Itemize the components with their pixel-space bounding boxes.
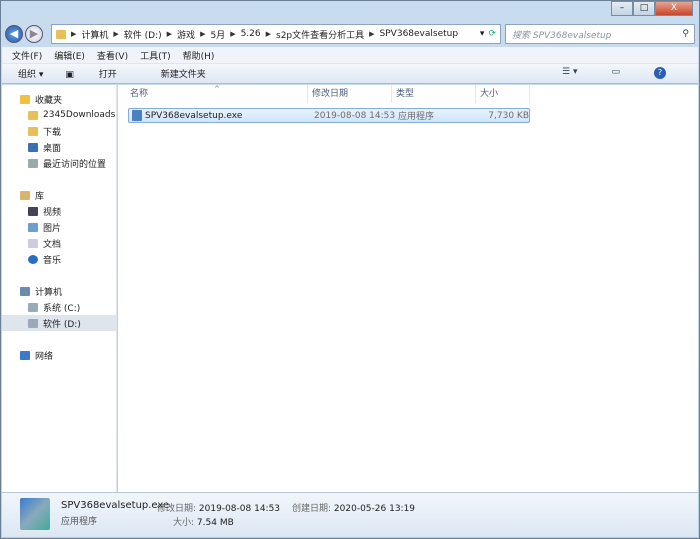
sidebar-label: 网络 bbox=[35, 351, 54, 362]
sidebar-item-drive-c[interactable]: 系统 (C:) bbox=[2, 299, 116, 315]
search-input[interactable]: 搜索 SPV368evalsetup ⚲ bbox=[505, 24, 695, 44]
computer-icon bbox=[20, 286, 30, 296]
explorer-window: – □ X ◀ ▶ ▶ 计算机 ▶ 软件 (D:) ▶ 游戏 ▶ 5月 ▶ 5.26 ▶ s… bbox=[0, 0, 700, 539]
sidebar-label: 图片 bbox=[43, 223, 62, 234]
table-row[interactable]: SPV368evalsetup.exe 2019-08-08 14:53 应用程… bbox=[128, 108, 530, 123]
file-size: 7,730 KB bbox=[488, 110, 529, 121]
open-icon: ▣ bbox=[65, 70, 77, 80]
breadcrumb[interactable]: 计算机 bbox=[81, 28, 108, 41]
sidebar-item-videos[interactable]: 视频 bbox=[2, 203, 116, 219]
sidebar-item-music[interactable]: 音乐 bbox=[2, 251, 116, 267]
installer-icon bbox=[132, 110, 142, 121]
sidebar-item-downloads[interactable]: 下载 bbox=[2, 123, 116, 139]
size-label: 大小: bbox=[173, 518, 195, 528]
video-icon bbox=[28, 206, 38, 216]
sidebar-item-drive-d[interactable]: 软件 (D:) bbox=[2, 315, 116, 331]
navigation-pane: 收藏夹 2345Downloads 下载 桌面 最近访问的位置 库 视频 图片 … bbox=[2, 85, 117, 492]
file-list: ^ 名称 修改日期 类型 大小 SPV368evalsetup.exe 2019… bbox=[118, 85, 698, 492]
music-icon bbox=[28, 254, 38, 264]
installer-large-icon bbox=[20, 498, 50, 530]
sidebar-label: 2345Downloads bbox=[43, 110, 116, 120]
sidebar-label: 系统 (C:) bbox=[43, 303, 81, 314]
breadcrumb[interactable]: SPV368evalsetup bbox=[380, 29, 459, 39]
refresh-icon[interactable]: ⟳ bbox=[488, 29, 496, 39]
column-header-type[interactable]: 类型 bbox=[392, 85, 476, 103]
menu-tools[interactable]: 工具(T) bbox=[140, 49, 171, 62]
folder-icon bbox=[56, 29, 66, 39]
breadcrumb[interactable]: 5月 bbox=[210, 28, 225, 41]
open-button[interactable]: ▣ 打开 bbox=[65, 67, 138, 80]
drive-icon bbox=[28, 318, 38, 328]
modified-value: 2019-08-08 14:53 bbox=[198, 504, 281, 514]
search-placeholder: 搜索 SPV368evalsetup bbox=[512, 30, 612, 41]
sidebar-libraries[interactable]: 库 bbox=[2, 187, 116, 203]
minimize-button[interactable]: – bbox=[611, 1, 633, 16]
menu-edit[interactable]: 编辑(E) bbox=[54, 49, 85, 62]
sidebar-label: 最近访问的位置 bbox=[43, 159, 107, 170]
sidebar-label: 下载 bbox=[43, 127, 62, 138]
sidebar-item-recent[interactable]: 最近访问的位置 bbox=[2, 155, 116, 171]
library-icon bbox=[20, 190, 30, 200]
menu-file[interactable]: 文件(F) bbox=[12, 49, 42, 62]
sidebar-item-desktop[interactable]: 桌面 bbox=[2, 139, 116, 155]
sidebar-label: 库 bbox=[35, 191, 45, 202]
maximize-button[interactable]: □ bbox=[633, 1, 655, 16]
size-value: 7.54 MB bbox=[196, 518, 234, 528]
address-bar[interactable]: ▶ 计算机 ▶ 软件 (D:) ▶ 游戏 ▶ 5月 ▶ 5.26 ▶ s2p文件查看分析工具… bbox=[51, 24, 501, 44]
sidebar-item-documents[interactable]: 文档 bbox=[2, 235, 116, 251]
chevron-down-icon[interactable]: ▾ bbox=[480, 29, 485, 39]
view-options-icon[interactable]: ☰ ▾ bbox=[562, 67, 577, 79]
breadcrumb[interactable]: 5.26 bbox=[241, 29, 261, 39]
forward-button[interactable]: ▶ bbox=[25, 25, 43, 43]
close-button[interactable]: X bbox=[655, 1, 693, 16]
drive-icon bbox=[28, 302, 38, 312]
document-icon bbox=[28, 238, 38, 248]
preview-pane-icon[interactable]: ▭ bbox=[611, 67, 620, 79]
file-modified: 2019-08-08 14:53 bbox=[314, 110, 396, 121]
created-label: 创建日期: bbox=[292, 504, 332, 514]
menu-view[interactable]: 查看(V) bbox=[97, 49, 128, 62]
status-file-type: 应用程序 bbox=[61, 517, 98, 527]
status-file-name: SPV368evalsetup.exe bbox=[61, 500, 170, 511]
help-icon[interactable]: ? bbox=[654, 67, 666, 79]
column-header-name[interactable]: 名称 bbox=[126, 85, 308, 103]
modified-label: 修改日期: bbox=[157, 504, 197, 514]
breadcrumb[interactable]: s2p文件查看分析工具 bbox=[276, 28, 364, 41]
sidebar-label: 计算机 bbox=[35, 287, 63, 298]
organize-button[interactable]: 组织 ▾ bbox=[18, 67, 43, 80]
recent-places-icon bbox=[28, 158, 38, 168]
sidebar-label: 音乐 bbox=[43, 255, 62, 266]
picture-icon bbox=[28, 222, 38, 232]
details-pane: SPV368evalsetup.exe 应用程序 修改日期: 2019-08-0… bbox=[2, 492, 698, 537]
search-icon: ⚲ bbox=[682, 29, 689, 39]
network-icon bbox=[20, 350, 30, 360]
menu-help[interactable]: 帮助(H) bbox=[183, 49, 215, 62]
sidebar-label: 桌面 bbox=[43, 143, 62, 154]
sidebar-label: 文档 bbox=[43, 239, 62, 250]
sidebar-item-2345downloads[interactable]: 2345Downloads bbox=[2, 107, 116, 123]
sidebar-computer[interactable]: 计算机 bbox=[2, 283, 116, 299]
breadcrumb[interactable]: 游戏 bbox=[177, 28, 195, 41]
folder-icon bbox=[28, 110, 38, 120]
open-label: 打开 bbox=[98, 70, 117, 80]
download-folder-icon bbox=[28, 126, 38, 136]
file-type: 应用程序 bbox=[398, 112, 435, 122]
sidebar-item-pictures[interactable]: 图片 bbox=[2, 219, 116, 235]
sidebar-favorites[interactable]: 收藏夹 bbox=[2, 91, 116, 107]
column-header-size[interactable]: 大小 bbox=[476, 85, 530, 103]
star-icon bbox=[20, 94, 30, 104]
file-name: SPV368evalsetup.exe bbox=[145, 110, 243, 121]
created-value: 2020-05-26 13:19 bbox=[333, 504, 416, 514]
sidebar-label: 收藏夹 bbox=[35, 95, 63, 106]
sidebar-label: 软件 (D:) bbox=[43, 319, 81, 330]
back-button[interactable]: ◀ bbox=[5, 25, 23, 43]
column-header-modified[interactable]: 修改日期 bbox=[308, 85, 392, 103]
breadcrumb[interactable]: 软件 (D:) bbox=[124, 28, 162, 41]
sidebar-network[interactable]: 网络 bbox=[2, 347, 116, 363]
new-folder-button[interactable]: 新建文件夹 bbox=[161, 67, 206, 80]
desktop-icon bbox=[28, 142, 38, 152]
sidebar-label: 视频 bbox=[43, 207, 62, 218]
